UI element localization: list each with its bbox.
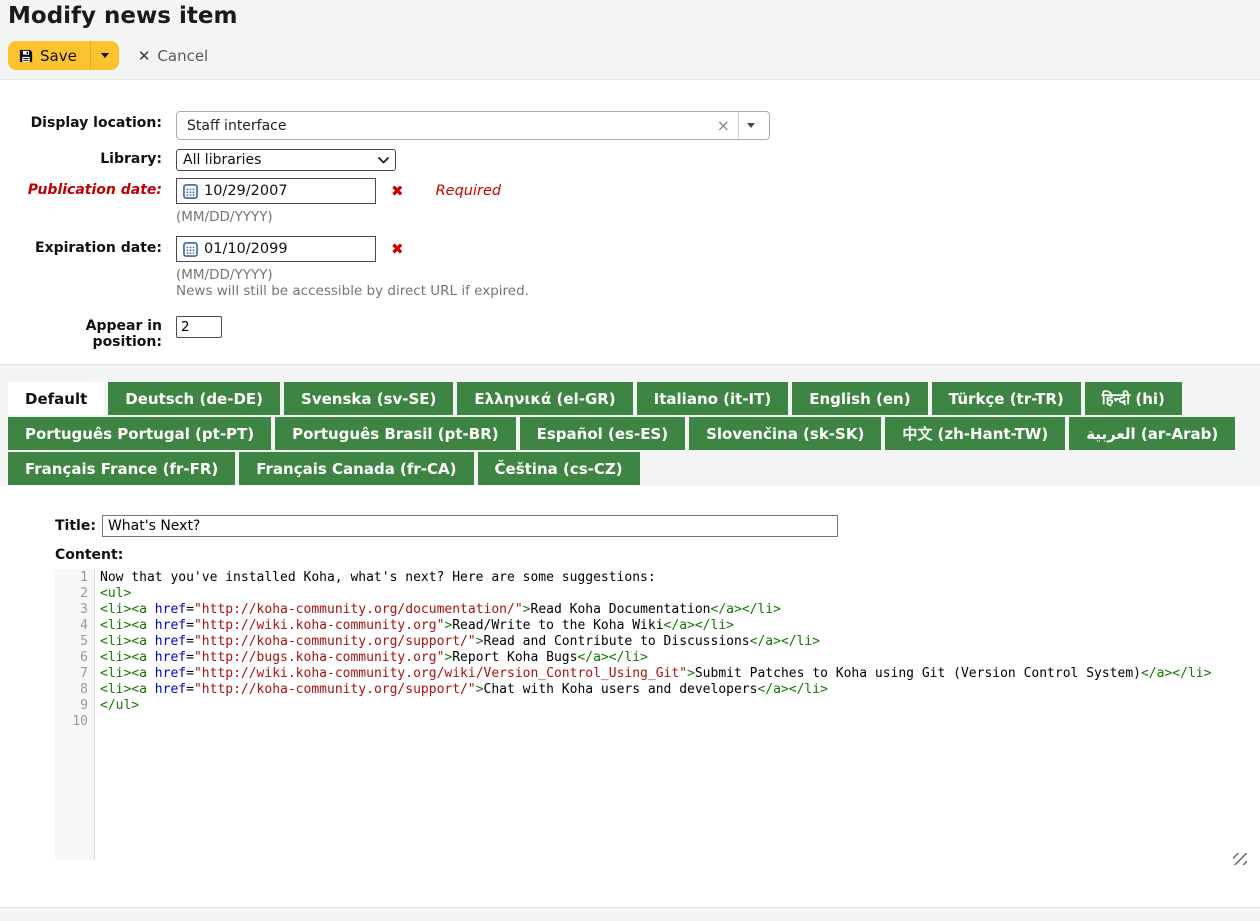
display-location-label: Display location: (0, 111, 162, 131)
expiration-date-row: Expiration date: 01/10/2099 ✖ (MM/DD/YYY… (0, 236, 1260, 299)
display-location-select[interactable]: Staff interface × (176, 111, 770, 140)
toolbar: Save ✕ Cancel (8, 41, 1260, 70)
cancel-button[interactable]: ✕ Cancel (138, 47, 208, 65)
tab-portugu-s-brasil-pt-br[interactable]: Português Brasil (pt-BR) (275, 417, 516, 450)
expiration-date-format-hint: (MM/DD/YYYY) (176, 268, 529, 283)
tab-e-tina-cs-cz[interactable]: Čeština (cs-CZ) (478, 452, 640, 485)
position-row: Appear in position: (0, 316, 1260, 350)
expiration-date-note: News will still be accessible by direct … (176, 284, 529, 299)
tab-t-rk-e-tr-tr[interactable]: Türkçe (tr-TR) (932, 382, 1081, 415)
chevron-down-icon (747, 123, 755, 128)
save-split-button: Save (8, 41, 119, 70)
display-location-row: Display location: Staff interface × (0, 111, 1260, 140)
code-line: Now that you've installed Koha, what's n… (100, 570, 1231, 586)
display-location-dropdown-toggle[interactable] (738, 112, 763, 139)
code-line: <li><a href="http://koha-community.org/s… (100, 634, 1231, 650)
code-line: <ul> (100, 586, 1231, 602)
code-line: <li><a href="http://wiki.koha-community.… (100, 666, 1231, 682)
title-label: Title: (55, 518, 96, 534)
tab-row: Português Portugal (pt-PT)Português Bras… (8, 417, 1252, 450)
title-input[interactable] (102, 515, 838, 537)
library-select[interactable]: All libraries (176, 149, 396, 171)
page-footer (0, 907, 1260, 921)
publication-date-label: Publication date: (0, 178, 162, 198)
code-line: <li><a href="http://bugs.koha-community.… (100, 650, 1231, 666)
publication-date-input[interactable]: 10/29/2007 (176, 178, 376, 204)
required-badge: Required (436, 183, 502, 199)
tab-hi[interactable]: हिन्दी (hi) (1085, 382, 1182, 415)
expiration-date-input[interactable]: 01/10/2099 (176, 236, 376, 262)
tab-default[interactable]: Default (8, 382, 104, 415)
expiration-date-value: 01/10/2099 (204, 241, 288, 257)
tab-row: DefaultDeutsch (de-DE)Svenska (sv-SE)Ελλ… (8, 382, 1252, 415)
caret-down-icon (101, 53, 109, 58)
code-line: <li><a href="http://koha-community.org/d… (100, 602, 1231, 618)
content-section: Title: Content: 12345678910 Now that you… (0, 486, 1260, 860)
clear-selection-icon[interactable]: × (709, 116, 738, 135)
tab-portugu-s-portugal-pt-pt[interactable]: Português Portugal (pt-PT) (8, 417, 271, 450)
tab-italiano-it-it[interactable]: Italiano (it-IT) (637, 382, 789, 415)
page-header: Modify news item Save ✕ Cancel (0, 0, 1260, 80)
line-number: 7 (55, 666, 88, 682)
code-line (100, 714, 1231, 730)
chevron-down-icon (378, 157, 389, 164)
line-number: 10 (55, 714, 88, 730)
cancel-label: Cancel (157, 47, 208, 65)
content-label: Content: (55, 547, 1260, 563)
publication-date-value: 10/29/2007 (204, 183, 288, 199)
save-button-label: Save (40, 47, 77, 65)
tab-espa-ol-es-es[interactable]: Español (es-ES) (520, 417, 685, 450)
line-number: 1 (55, 570, 88, 586)
page-title: Modify news item (0, 0, 1260, 29)
editor-code-area[interactable]: Now that you've installed Koha, what's n… (95, 569, 1231, 860)
line-number: 8 (55, 682, 88, 698)
library-selected-value: All libraries (183, 152, 378, 168)
tab-row: Français France (fr-FR)Français Canada (… (8, 452, 1252, 485)
line-number: 2 (55, 586, 88, 602)
resize-grip-icon[interactable] (1233, 853, 1247, 865)
position-input[interactable] (176, 316, 222, 338)
content-editor: 12345678910 Now that you've installed Ko… (55, 569, 1231, 860)
line-number: 4 (55, 618, 88, 634)
tab-english-en[interactable]: English (en) (792, 382, 927, 415)
clear-publication-date-button[interactable]: ✖ (385, 181, 410, 201)
save-icon (19, 49, 33, 63)
line-number: 6 (55, 650, 88, 666)
line-number: 5 (55, 634, 88, 650)
title-row: Title: (55, 515, 1260, 537)
language-tabs: DefaultDeutsch (de-DE)Svenska (sv-SE)Ελλ… (0, 365, 1260, 486)
tab-svenska-sv-se[interactable]: Svenska (sv-SE) (284, 382, 453, 415)
save-button[interactable]: Save (8, 41, 90, 70)
calendar-icon (183, 184, 198, 199)
tab-deutsch-de-de[interactable]: Deutsch (de-DE) (108, 382, 280, 415)
news-item-form: Display location: Staff interface × Libr… (0, 80, 1260, 365)
library-row: Library: All libraries (0, 147, 1260, 171)
tab-el-gr[interactable]: Ελληνικά (el-GR) (457, 382, 632, 415)
code-line: </ul> (100, 698, 1231, 714)
tab-ar-arab[interactable]: العربية (ar-Arab) (1069, 417, 1235, 450)
code-line: <li><a href="http://koha-community.org/s… (100, 682, 1231, 698)
expiration-date-label: Expiration date: (0, 236, 162, 256)
calendar-icon (183, 242, 198, 257)
publication-date-row: Publication date: 10/29/2007 ✖ Required … (0, 178, 1260, 225)
tab-fran-ais-france-fr-fr[interactable]: Français France (fr-FR) (8, 452, 235, 485)
code-line: <li><a href="http://wiki.koha-community.… (100, 618, 1231, 634)
library-label: Library: (0, 147, 162, 167)
save-dropdown-toggle[interactable] (90, 41, 119, 70)
tab-sloven-ina-sk-sk[interactable]: Slovenčina (sk-SK) (689, 417, 881, 450)
tab-fran-ais-canada-fr-ca[interactable]: Français Canada (fr-CA) (239, 452, 473, 485)
position-label: Appear in position: (0, 316, 162, 350)
clear-expiration-date-button[interactable]: ✖ (385, 239, 410, 259)
display-location-value: Staff interface (187, 118, 709, 134)
close-icon: ✕ (138, 47, 151, 65)
publication-date-format-hint: (MM/DD/YYYY) (176, 210, 501, 225)
editor-gutter: 12345678910 (55, 569, 95, 860)
line-number: 3 (55, 602, 88, 618)
line-number: 9 (55, 698, 88, 714)
tab-zh-hant-tw[interactable]: 中文 (zh-Hant-TW) (885, 417, 1065, 450)
